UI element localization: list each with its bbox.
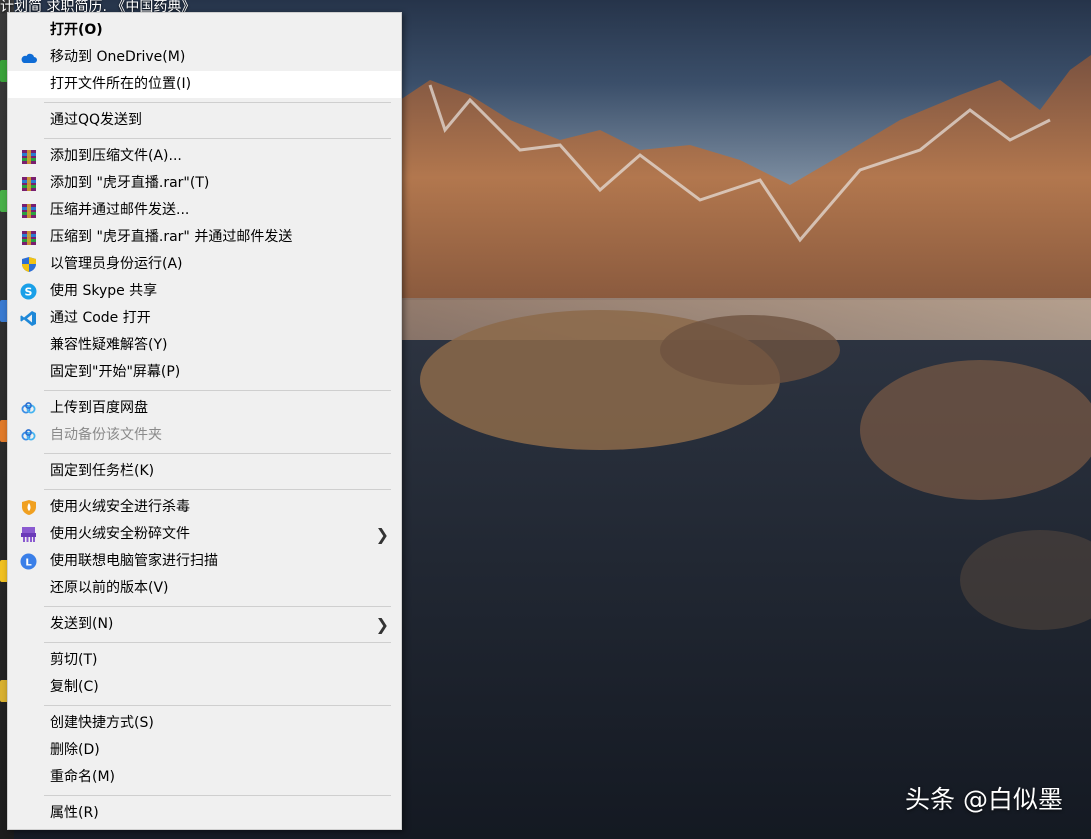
winrar-icon [20, 175, 37, 192]
onedrive-cloud-icon [20, 49, 37, 66]
menu-item-compress-rar-email[interactable]: 压缩到 "虎牙直播.rar" 并通过邮件发送 [8, 224, 401, 251]
menu-item-label: 剪切(T) [50, 652, 98, 668]
menu-item-baidu-backup: 自动备份该文件夹 [8, 422, 401, 449]
menu-separator [8, 386, 401, 395]
menu-item-label: 添加到压缩文件(A)... [50, 148, 182, 164]
menu-separator [8, 638, 401, 647]
menu-item-onedrive[interactable]: 移动到 OneDrive(M) [8, 44, 401, 71]
menu-item-open[interactable]: 打开(O) [8, 17, 401, 44]
menu-item-label: 复制(C) [50, 679, 99, 695]
menu-item-label: 以管理员身份运行(A) [50, 256, 183, 272]
menu-item-label: 压缩到 "虎牙直播.rar" 并通过邮件发送 [50, 229, 293, 245]
winrar-icon [20, 202, 37, 219]
menu-separator [8, 449, 401, 458]
menu-item-baidu-upload[interactable]: 上传到百度网盘 [8, 395, 401, 422]
menu-item-send-to[interactable]: 发送到(N) ❯ [8, 611, 401, 638]
chevron-right-icon: ❯ [375, 525, 389, 544]
menu-separator [8, 602, 401, 611]
skype-icon: S [20, 283, 37, 300]
menu-item-pin-start[interactable]: 固定到"开始"屏幕(P) [8, 359, 401, 386]
chevron-right-icon: ❯ [375, 615, 389, 634]
menu-item-open-location[interactable]: 打开文件所在的位置(I) [8, 71, 401, 98]
menu-item-label: 通过QQ发送到 [50, 112, 143, 128]
watermark-text: 头条 @白似墨 [905, 785, 1063, 814]
menu-item-copy[interactable]: 复制(C) [8, 674, 401, 701]
menu-item-skype-share[interactable]: S 使用 Skype 共享 [8, 278, 401, 305]
menu-separator [8, 98, 401, 107]
menu-item-label: 使用联想电脑管家进行扫描 [50, 553, 218, 569]
menu-item-run-admin[interactable]: 以管理员身份运行(A) [8, 251, 401, 278]
huorong-shield-icon [20, 499, 37, 516]
menu-item-label: 上传到百度网盘 [50, 400, 148, 416]
menu-separator [8, 134, 401, 143]
menu-item-label: 重命名(M) [50, 769, 116, 785]
menu-item-pin-taskbar[interactable]: 固定到任务栏(K) [8, 458, 401, 485]
menu-item-add-rar[interactable]: 添加到 "虎牙直播.rar"(T) [8, 170, 401, 197]
menu-item-compress-email[interactable]: 压缩并通过邮件发送... [8, 197, 401, 224]
svg-text:S: S [25, 286, 33, 299]
menu-item-label: 删除(D) [50, 742, 100, 758]
menu-item-add-archive[interactable]: 添加到压缩文件(A)... [8, 143, 401, 170]
menu-item-open-code[interactable]: 通过 Code 打开 [8, 305, 401, 332]
context-menu: 打开(O) 移动到 OneDrive(M) 打开文件所在的位置(I) 通过QQ发送到添… [7, 12, 402, 830]
baidu-netdisk-icon [20, 400, 37, 417]
menu-item-label: 兼容性疑难解答(Y) [50, 337, 168, 353]
menu-item-label: 使用火绒安全进行杀毒 [50, 499, 190, 515]
menu-item-label: 移动到 OneDrive(M) [50, 49, 186, 65]
vscode-icon [20, 310, 37, 327]
menu-item-label: 使用火绒安全粉碎文件 [50, 526, 190, 542]
svg-text:L: L [25, 558, 32, 569]
lenovo-icon: L [20, 553, 37, 570]
menu-item-label: 使用 Skype 共享 [50, 283, 158, 299]
menu-item-label: 自动备份该文件夹 [50, 427, 162, 443]
menu-item-label: 固定到任务栏(K) [50, 463, 155, 479]
menu-item-label: 打开(O) [50, 22, 103, 38]
menu-item-shortcut[interactable]: 创建快捷方式(S) [8, 710, 401, 737]
menu-item-huorong-scan[interactable]: 使用火绒安全进行杀毒 [8, 494, 401, 521]
uac-shield-icon [20, 256, 37, 273]
menu-item-huorong-shred[interactable]: 使用火绒安全粉碎文件 ❯ [8, 521, 401, 548]
menu-item-label: 通过 Code 打开 [50, 310, 151, 326]
menu-item-label: 打开文件所在的位置(I) [50, 76, 192, 92]
menu-item-label: 属性(R) [50, 805, 99, 821]
winrar-icon [20, 148, 37, 165]
menu-item-compat[interactable]: 兼容性疑难解答(Y) [8, 332, 401, 359]
menu-item-restore[interactable]: 还原以前的版本(V) [8, 575, 401, 602]
menu-item-lenovo-scan[interactable]: L 使用联想电脑管家进行扫描 [8, 548, 401, 575]
menu-item-label: 添加到 "虎牙直播.rar"(T) [50, 175, 210, 191]
menu-item-label: 压缩并通过邮件发送... [50, 202, 190, 218]
menu-item-properties[interactable]: 属性(R) [8, 800, 401, 827]
huorong-shredder-icon [20, 526, 37, 543]
menu-item-send-qq[interactable]: 通过QQ发送到 [8, 107, 401, 134]
menu-separator [8, 485, 401, 494]
menu-item-cut[interactable]: 剪切(T) [8, 647, 401, 674]
menu-item-label: 创建快捷方式(S) [50, 715, 154, 731]
menu-item-rename[interactable]: 重命名(M) [8, 764, 401, 791]
menu-separator [8, 701, 401, 710]
menu-separator [8, 791, 401, 800]
baidu-netdisk-icon [20, 427, 37, 444]
winrar-icon [20, 229, 37, 246]
menu-item-label: 发送到(N) [50, 616, 114, 632]
menu-item-delete[interactable]: 删除(D) [8, 737, 401, 764]
menu-item-label: 固定到"开始"屏幕(P) [50, 364, 181, 380]
menu-item-label: 还原以前的版本(V) [50, 580, 169, 596]
